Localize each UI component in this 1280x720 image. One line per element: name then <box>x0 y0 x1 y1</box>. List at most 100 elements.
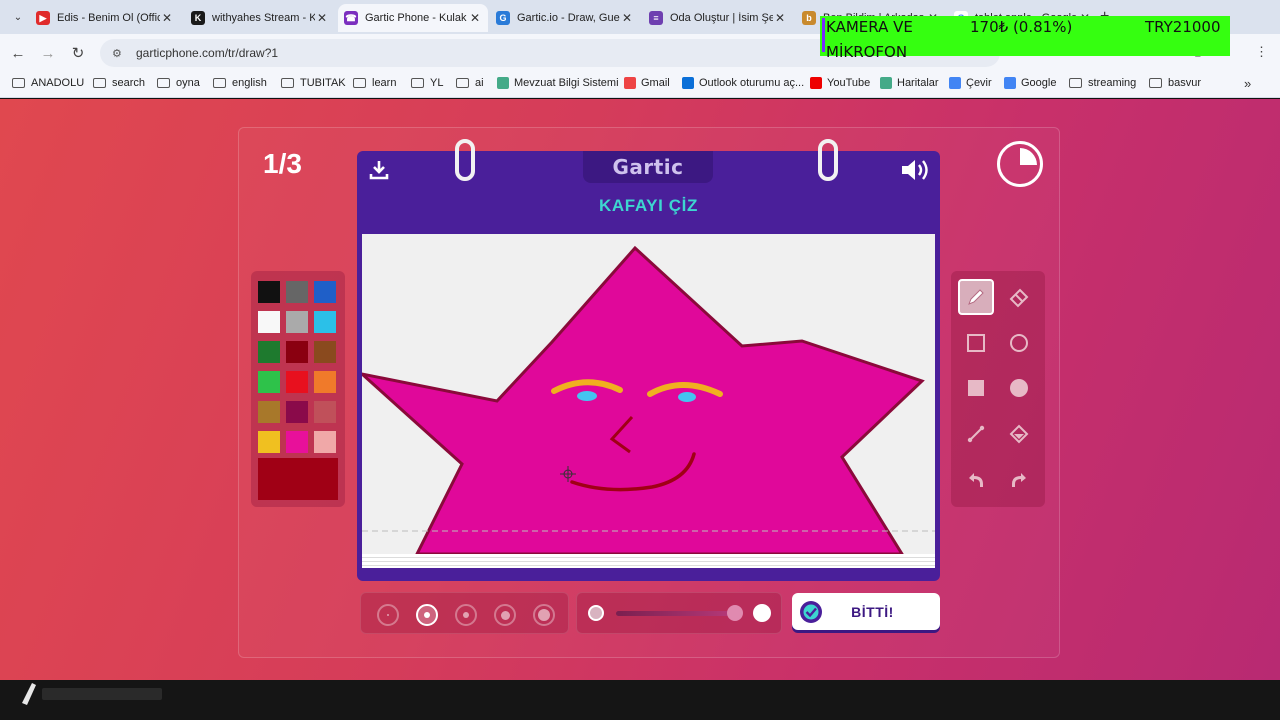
browser-tab[interactable]: ≡ Oda Oluştur | İsim Şe ✕ <box>643 4 793 32</box>
eraser-tool-icon[interactable] <box>1001 279 1037 315</box>
browser-tab[interactable]: ☎ Gartic Phone - Kulak ✕ <box>338 4 488 32</box>
tab-favicon-icon: ☎ <box>344 11 358 25</box>
more-bookmarks-icon[interactable]: » <box>1244 76 1251 91</box>
tab-title: Oda Oluştur | İsim Şe <box>670 12 773 24</box>
color-swatch[interactable] <box>258 431 280 453</box>
pencil-tool-icon[interactable] <box>958 279 994 315</box>
browser-tab[interactable]: G Gartic.io - Draw, Gue ✕ <box>490 4 640 32</box>
bookmark-item[interactable]: Gmail <box>624 77 670 89</box>
color-swatch[interactable] <box>314 341 336 363</box>
overlay-price: 170₺ (0.81%) <box>970 18 1073 36</box>
brush-size-4[interactable] <box>494 604 516 626</box>
url-text: garticphone.com/tr/draw?1 <box>136 46 279 60</box>
redo-icon[interactable] <box>1001 462 1037 498</box>
folder-icon <box>1069 78 1082 88</box>
site-info-icon[interactable]: ⚙ <box>112 47 126 60</box>
bookmark-favicon-icon <box>949 77 961 89</box>
fill-bucket-tool-icon[interactable] <box>1001 416 1037 452</box>
tab-close-icon[interactable]: ✕ <box>315 11 329 25</box>
color-swatch[interactable] <box>314 401 336 423</box>
undo-icon[interactable] <box>958 462 994 498</box>
folder-icon <box>411 78 424 88</box>
volume-icon[interactable] <box>900 158 930 182</box>
drawing-canvas[interactable] <box>362 234 935 554</box>
bookmark-item[interactable]: english <box>213 77 267 89</box>
color-swatch[interactable] <box>286 341 308 363</box>
rectangle-filled-tool-icon[interactable] <box>958 370 994 406</box>
bookmark-item[interactable]: Mevzuat Bilgi Sistemi <box>497 77 619 89</box>
circle-outline-tool-icon[interactable] <box>1001 325 1037 361</box>
color-swatch[interactable] <box>314 431 336 453</box>
opacity-handle[interactable] <box>727 605 743 621</box>
bookmark-label: ai <box>475 77 484 89</box>
color-swatch[interactable] <box>258 371 280 393</box>
tab-close-icon[interactable]: ✕ <box>160 11 174 25</box>
back-icon[interactable]: ← <box>8 43 28 63</box>
browser-tab[interactable]: Kwithyahes Stream - K ✕ <box>185 4 335 32</box>
tab-close-icon[interactable]: ✕ <box>468 11 482 25</box>
color-swatch[interactable] <box>258 311 280 333</box>
opacity-slider[interactable] <box>576 592 782 634</box>
browser-tab[interactable]: ▶ Edis - Benim Ol (Offic ✕ <box>30 4 180 32</box>
bookmark-item[interactable]: Haritalar <box>880 77 939 89</box>
color-swatch[interactable] <box>286 371 308 393</box>
color-swatch[interactable] <box>258 341 280 363</box>
current-color-swatch[interactable] <box>258 458 338 500</box>
brush-size-2[interactable] <box>416 604 438 626</box>
logo-text: Gartic <box>612 155 684 179</box>
bookmark-item[interactable]: search <box>93 77 145 89</box>
color-swatch[interactable] <box>314 371 336 393</box>
bookmark-label: learn <box>372 77 397 89</box>
bookmark-item[interactable]: Çevir <box>949 77 992 89</box>
reload-icon[interactable]: ↻ <box>68 43 88 63</box>
tab-search-icon[interactable]: ⌄ <box>8 7 28 27</box>
forward-icon[interactable]: → <box>38 43 58 63</box>
color-swatch[interactable] <box>314 281 336 303</box>
brush-size-1[interactable] <box>377 604 399 626</box>
tab-favicon-icon: b <box>802 11 816 25</box>
color-swatch[interactable] <box>286 401 308 423</box>
bookmark-item[interactable]: basvur <box>1149 77 1201 89</box>
bookmark-item[interactable]: Google <box>1004 77 1056 89</box>
bookmark-item[interactable]: ANADOLU <box>12 77 84 89</box>
menu-icon[interactable]: ⋮ <box>1255 44 1268 60</box>
overlay-total: TRY21000 <box>1145 18 1221 36</box>
color-swatch[interactable] <box>286 281 308 303</box>
bookmark-item[interactable]: Outlook oturumu aç... <box>682 77 804 89</box>
done-button[interactable]: BİTTİ! <box>792 593 940 630</box>
download-icon[interactable] <box>368 159 390 181</box>
bookmark-item[interactable]: TUBITAK <box>281 77 346 89</box>
overlay-accent <box>822 18 825 52</box>
round-counter: 1/3 <box>263 148 302 179</box>
bookmark-item[interactable]: learn <box>353 77 396 89</box>
bookmark-label: Google <box>1021 77 1057 89</box>
color-swatch[interactable] <box>258 281 280 303</box>
folder-icon <box>281 78 294 88</box>
rectangle-outline-tool-icon[interactable] <box>958 325 994 361</box>
color-swatch[interactable] <box>286 311 308 333</box>
check-icon <box>800 600 822 623</box>
color-swatch[interactable] <box>286 431 308 453</box>
bookmark-item[interactable]: YL <box>411 77 443 89</box>
folder-icon <box>93 78 106 88</box>
line-tool-icon[interactable] <box>958 416 994 452</box>
color-swatch[interactable] <box>314 311 336 333</box>
bookmark-favicon-icon <box>497 77 509 89</box>
tab-close-icon[interactable]: ✕ <box>773 11 787 25</box>
timer-icon <box>997 141 1043 187</box>
brush-size-panel <box>360 592 569 634</box>
bookmark-item[interactable]: oyna <box>157 77 200 89</box>
stream-overlay: KAMERA VE MİKROFON 170₺ (0.81%) TRY21000 <box>820 16 1230 61</box>
done-label: BİTTİ! <box>851 603 894 620</box>
color-swatch[interactable] <box>258 401 280 423</box>
bookmark-item[interactable]: ai <box>456 77 484 89</box>
circle-filled-tool-icon[interactable] <box>1001 370 1037 406</box>
tab-favicon-icon: ▶ <box>36 11 50 25</box>
tab-close-icon[interactable]: ✕ <box>620 11 634 25</box>
bookmark-item[interactable]: streaming <box>1069 77 1136 89</box>
brush-size-5[interactable] <box>533 604 555 626</box>
brush-size-3[interactable] <box>455 604 477 626</box>
overlay-line1: KAMERA VE <box>826 18 913 36</box>
bookmark-item[interactable]: YouTube <box>810 77 870 89</box>
opacity-track[interactable] <box>616 611 738 616</box>
